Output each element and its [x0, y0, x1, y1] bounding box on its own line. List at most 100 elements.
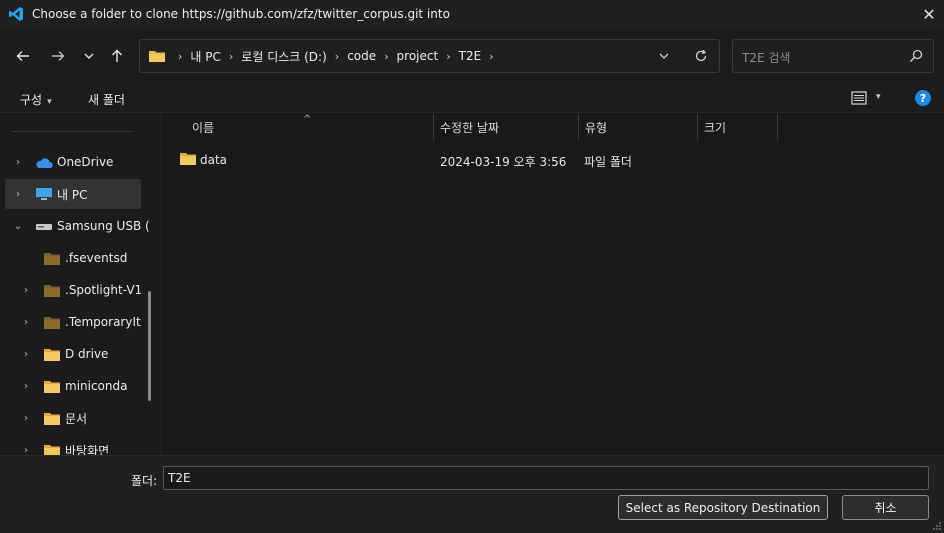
breadcrumb-item-t2e[interactable]: T2E [459, 49, 482, 63]
folder-icon [44, 317, 60, 329]
folder-icon [44, 253, 60, 265]
chevron-right-icon[interactable]: › [20, 284, 32, 296]
chevron-right-icon[interactable]: › [20, 348, 32, 360]
file-type: 파일 폴더 [584, 155, 632, 169]
breadcrumb-item-drive-d[interactable]: 로컬 디스크 (D:) [241, 48, 326, 65]
sort-ascending-icon: ^ [303, 114, 312, 125]
file-date-modified: 2024-03-19 오후 3:56 [440, 155, 567, 169]
file-row[interactable]: data 2024-03-19 오후 3:56 파일 폴더 [161, 146, 944, 172]
new-folder-label: 새 폴더 [88, 93, 125, 107]
nav-item-label: 문서 [65, 411, 88, 426]
cancel-button[interactable]: 취소 [842, 495, 929, 520]
folder-icon [44, 349, 60, 361]
column-header-type[interactable]: 유형 [585, 114, 607, 140]
nav-item-label: miniconda [65, 379, 128, 393]
folder-icon [180, 153, 196, 165]
column-header-label: 이름 [192, 120, 215, 135]
file-name: data [200, 153, 228, 167]
new-folder-button[interactable]: 새 폴더 [88, 91, 125, 108]
dialog-footer: 폴더: T2E Select as Repository Destination… [0, 455, 944, 533]
chevron-right-icon[interactable]: › [20, 316, 32, 328]
nav-item-fseventsd[interactable]: .fseventsd [0, 243, 160, 273]
search-icon [910, 49, 923, 62]
address-history-dropdown[interactable] [656, 48, 672, 64]
chevron-right-icon[interactable]: › [12, 156, 24, 168]
breadcrumb-separator[interactable]: › [229, 50, 233, 63]
navigation-pane-scrollbar[interactable] [148, 291, 151, 401]
pc-icon [36, 188, 52, 200]
breadcrumb-item-code[interactable]: code [347, 49, 376, 63]
folder-icon [44, 413, 60, 425]
view-options-caret-icon[interactable]: ▾ [876, 92, 881, 102]
column-header-name[interactable]: 이름 [192, 114, 214, 140]
chevron-down-icon[interactable]: ⌄ [12, 220, 24, 232]
column-separator[interactable] [697, 114, 698, 140]
arrow-up-icon [112, 49, 122, 62]
nav-item-documents[interactable]: › 문서 [0, 403, 160, 433]
nav-item-label: .Spotlight-V10 [65, 283, 141, 297]
breadcrumb-item-project[interactable]: project [397, 49, 439, 63]
nav-item-label: .fseventsd [65, 251, 128, 265]
chevron-down-icon [659, 53, 669, 59]
title-bar: Choose a folder to clone https://github.… [0, 0, 944, 29]
chevron-right-icon[interactable]: › [20, 444, 32, 456]
folder-icon [44, 445, 60, 455]
column-header-size[interactable]: 크기 [704, 114, 726, 140]
help-button[interactable]: ? [915, 90, 931, 106]
breadcrumb-item-pc[interactable]: 내 PC [190, 48, 220, 65]
nav-item-label: Samsung USB ( [57, 219, 150, 233]
nav-item-temporary-items[interactable]: › .TemporaryItems [0, 307, 160, 337]
divider [12, 131, 133, 132]
nav-item-d-drive[interactable]: › D drive [0, 339, 160, 369]
chevron-right-icon[interactable]: › [20, 412, 32, 424]
column-separator[interactable] [578, 114, 579, 140]
forward-button[interactable] [47, 45, 69, 67]
nav-item-this-pc[interactable]: › 내 PC [0, 179, 160, 209]
nav-item-miniconda[interactable]: › miniconda [0, 371, 160, 401]
folder-icon [44, 381, 60, 393]
help-icon: ? [919, 91, 927, 105]
recent-locations-button[interactable] [78, 45, 100, 67]
view-options-icon[interactable] [851, 91, 867, 105]
folder-icon [44, 285, 60, 297]
nav-item-desktop[interactable]: › 바탕화면 [0, 435, 160, 455]
refresh-button[interactable] [692, 47, 710, 65]
caret-down-icon: ▾ [47, 97, 52, 107]
breadcrumb-separator[interactable]: › [489, 50, 493, 63]
organize-label: 구성 [20, 93, 43, 107]
select-repository-destination-button[interactable]: Select as Repository Destination [618, 495, 828, 520]
breadcrumb-separator[interactable]: › [335, 50, 339, 63]
back-button[interactable] [12, 45, 34, 67]
search-box[interactable]: T2E 검색 [732, 39, 934, 73]
column-header-label: 크기 [704, 120, 727, 135]
column-separator[interactable] [777, 114, 778, 140]
nav-item-samsung-usb[interactable]: ⌄ Samsung USB ( [0, 211, 160, 241]
chevron-right-icon[interactable]: › [12, 188, 24, 200]
close-icon: ✕ [922, 5, 936, 24]
nav-item-label: .TemporaryItems [65, 315, 141, 329]
arrow-left-icon [16, 51, 29, 61]
nav-item-spotlight[interactable]: › .Spotlight-V10 [0, 275, 160, 305]
folder-label: 폴더: [131, 474, 158, 488]
column-header-label: 유형 [585, 120, 608, 135]
nav-item-label: OneDrive [57, 155, 114, 169]
window-title: Choose a folder to clone https://github.… [32, 7, 450, 21]
navigation-pane: › OneDrive › 내 PC ⌄ Samsung USB ( .fseve… [0, 114, 160, 455]
nav-item-onedrive[interactable]: › OneDrive [0, 147, 160, 177]
up-button[interactable] [106, 45, 128, 67]
breadcrumb-separator[interactable]: › [446, 50, 450, 63]
vscode-icon [9, 7, 23, 21]
arrow-right-icon [52, 51, 65, 61]
address-bar[interactable]: › 내 PC › 로컬 디스크 (D:) › code › project › … [139, 39, 720, 73]
search-input[interactable]: T2E 검색 [742, 49, 790, 66]
column-header-date-modified[interactable]: 수정한 날짜 [440, 114, 499, 140]
close-button[interactable]: ✕ [914, 0, 944, 29]
chevron-right-icon[interactable]: › [20, 380, 32, 392]
command-toolbar: 구성 ▾ 새 폴더 ▾ ? [0, 83, 944, 113]
breadcrumb-separator[interactable]: › [384, 50, 388, 63]
organize-menu-button[interactable]: 구성 ▾ [20, 91, 52, 108]
file-list: ^ 이름 수정한 날짜 유형 크기 data 2024-03-19 오후 3:5… [161, 114, 944, 455]
resize-grip-icon[interactable] [932, 521, 942, 531]
folder-name-input[interactable]: T2E [163, 466, 929, 490]
column-separator[interactable] [433, 114, 434, 140]
